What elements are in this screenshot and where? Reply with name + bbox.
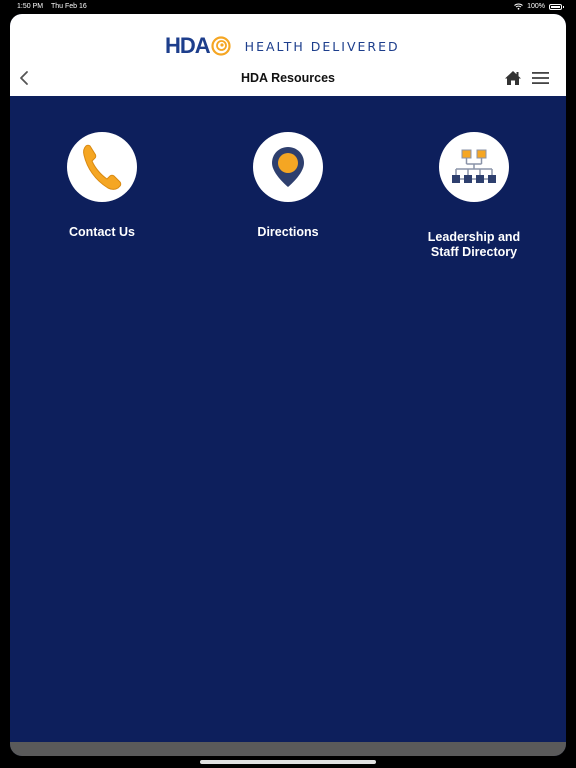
phone-icon xyxy=(83,144,122,190)
page-title: HDA Resources xyxy=(240,71,335,85)
tile-icon-circle xyxy=(253,132,323,202)
tile-directions[interactable]: Directions xyxy=(213,132,363,240)
battery-icon xyxy=(549,3,564,10)
hamburger-menu-icon xyxy=(532,72,549,84)
wifi-icon xyxy=(514,3,523,10)
logo-tagline: HEALTH DELIVERED xyxy=(244,38,400,54)
home-icon xyxy=(505,71,521,85)
header: HDA HEALTH DELIVERED HDA Resources xyxy=(10,14,566,96)
menu-button[interactable] xyxy=(532,71,549,85)
tile-contact-us[interactable]: Contact Us xyxy=(27,132,177,240)
status-bar: 1:50 PM Thu Feb 16 100% xyxy=(0,0,576,14)
tile-icon-circle xyxy=(439,132,509,202)
tile-icon-circle xyxy=(67,132,137,202)
status-right: 100% xyxy=(514,3,564,10)
map-pin-icon xyxy=(272,147,304,187)
org-chart-icon xyxy=(452,149,496,183)
bottom-bar xyxy=(10,742,566,756)
app-window: HDA HEALTH DELIVERED HDA Resources Conta… xyxy=(10,14,566,756)
tile-label: Contact Us xyxy=(69,225,135,239)
battery-percent: 100% xyxy=(527,3,545,10)
tile-label: Leadership and Staff Directory xyxy=(427,230,521,259)
tile-leadership-directory[interactable]: Leadership and Staff Directory xyxy=(399,132,549,260)
status-date: Thu Feb 16 xyxy=(51,3,87,10)
tile-label: Directions xyxy=(257,225,319,239)
brand-logo: HDA HEALTH DELIVERED xyxy=(165,33,400,58)
status-time: 1:50 PM xyxy=(17,3,44,10)
home-button[interactable] xyxy=(504,70,522,86)
logo-wordmark: HDA xyxy=(165,33,211,58)
home-indicator[interactable] xyxy=(200,760,376,764)
swirl-logo-icon xyxy=(211,36,231,56)
